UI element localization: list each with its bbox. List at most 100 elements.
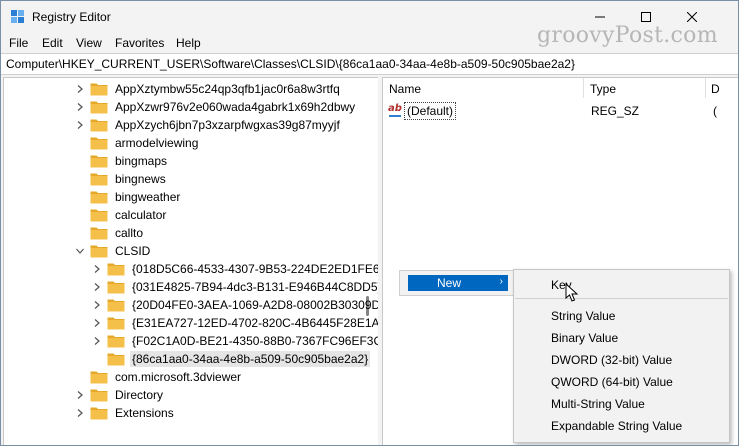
address-bar[interactable]: Computer\HKEY_CURRENT_USER\Software\Clas… [1, 53, 738, 75]
tree-item[interactable]: AppXzych6jbn7p3xzarpfwgxas39g87myyjf [73, 116, 342, 134]
tree-item-label: Directory [115, 388, 164, 402]
tree-item-label: armodelviewing [115, 136, 199, 150]
tree-item-label: {018D5C66-4533-4307-9B53-224DE2ED1FE6} [132, 262, 379, 276]
tree-item[interactable]: {031E4825-7B94-4dc3-B131-E946B44C8DD5} [90, 278, 379, 296]
column-divider[interactable] [705, 78, 706, 98]
new-submenu: Key String Value Binary Value DWORD (32-… [513, 269, 730, 443]
chevron-right-icon[interactable] [90, 316, 104, 330]
menu-view[interactable]: View [76, 36, 102, 50]
tree-item[interactable]: bingnews [73, 170, 168, 188]
tree-item-label: calculator [115, 208, 167, 222]
chevron-right-icon[interactable] [73, 406, 87, 420]
menu-bar: File Edit View Favorites Help [1, 32, 738, 52]
folder-icon [90, 226, 108, 240]
tree-item[interactable]: calculator [73, 206, 168, 224]
tree-item-label: {E31EA727-12ED-4702-820C-4B6445F28E1A} [132, 316, 379, 330]
column-divider[interactable] [583, 78, 584, 98]
folder-icon [107, 262, 125, 276]
chevron-right-icon: › [499, 276, 503, 287]
chevron-right-icon[interactable] [73, 118, 87, 132]
tree-item-label: AppXzwr976v2e060wada4gabrk1x69h2dbwy [115, 100, 356, 114]
tree-item[interactable]: AppXzwr976v2e060wada4gabrk1x69h2dbwy [73, 98, 357, 116]
address-path: Computer\HKEY_CURRENT_USER\Software\Clas… [6, 57, 575, 71]
folder-icon [90, 82, 108, 96]
tree-item-label: bingmaps [115, 154, 168, 168]
column-header-data[interactable]: D [711, 82, 720, 96]
tree-item-label: {F02C1A0D-BE21-4350-88B0-7367FC96EF3C} [132, 334, 379, 348]
submenu-item-string-value[interactable]: String Value [551, 309, 615, 323]
folder-icon [107, 280, 125, 294]
chevron-right-icon[interactable] [90, 262, 104, 276]
tree-item[interactable]: bingweather [73, 188, 182, 206]
context-menu-new[interactable]: New › [408, 275, 508, 291]
list-header: Name Type D [383, 78, 738, 98]
registry-editor-window: Registry Editor groovyPost.com File Edit… [0, 0, 739, 446]
submenu-item-dword-value[interactable]: DWORD (32-bit) Value [551, 353, 672, 367]
submenu-item-expandable-string-value[interactable]: Expandable String Value [551, 419, 682, 433]
registry-tree[interactable]: AppXztymbw55c24qp3qfb1jac0r6a8w3rtfq AppX… [3, 77, 379, 445]
value-row-default[interactable]: ab (Default) REG_SZ ( [388, 102, 728, 120]
chevron-right-icon[interactable] [90, 298, 104, 312]
minimize-icon [595, 16, 605, 17]
tree-item[interactable]: Extensions [73, 404, 176, 422]
tree-item[interactable]: bingmaps [73, 152, 169, 170]
folder-icon [90, 388, 108, 402]
tree-item-label: {031E4825-7B94-4dc3-B131-E946B44C8DD5} [132, 280, 379, 294]
tree-item-label: bingnews [115, 172, 166, 186]
folder-icon [90, 190, 108, 204]
folder-icon [107, 352, 125, 366]
tree-item[interactable]: com.microsoft.3dviewer [73, 368, 243, 386]
tree-item[interactable]: CLSID [73, 242, 152, 260]
value-type: REG_SZ [591, 104, 640, 118]
submenu-item-binary-value[interactable]: Binary Value [551, 331, 618, 345]
chevron-right-icon[interactable] [73, 388, 87, 402]
tree-item[interactable]: {20D04FE0-3AEA-1069-A2D8-08002B30309D} [90, 296, 379, 314]
menu-edit[interactable]: Edit [42, 36, 63, 50]
menu-help[interactable]: Help [176, 36, 201, 50]
chevron-right-icon[interactable] [90, 334, 104, 348]
folder-icon [90, 208, 108, 222]
folder-icon [90, 172, 108, 186]
menu-file[interactable]: File [9, 36, 28, 50]
tree-item[interactable]: callto [73, 224, 145, 242]
tree-item-label: CLSID [115, 244, 151, 258]
tree-item-label: bingweather [115, 190, 181, 204]
tree-item-label: Extensions [115, 406, 174, 420]
tree-item[interactable]: AppXztymbw55c24qp3qfb1jac0r6a8w3rtfq [73, 80, 342, 98]
tree-item-label: {86ca1aa0-34aa-4e8b-a509-50c905bae2a2} [130, 351, 371, 367]
tree-item[interactable]: Directory [73, 386, 165, 404]
submenu-item-qword-value[interactable]: QWORD (64-bit) Value [551, 375, 673, 389]
tree-item-label: {20D04FE0-3AEA-1069-A2D8-08002B30309D} [132, 298, 379, 312]
column-header-name[interactable]: Name [389, 82, 421, 96]
tree-item-label: callto [115, 226, 144, 240]
tree-item[interactable]: {F02C1A0D-BE21-4350-88B0-7367FC96EF3C} [90, 332, 379, 350]
ab-string-icon-underline [389, 115, 401, 117]
tree-item[interactable]: {86ca1aa0-34aa-4e8b-a509-50c905bae2a2} [90, 350, 371, 368]
tree-item[interactable]: armodelviewing [73, 134, 200, 152]
tree-item[interactable]: {E31EA727-12ED-4702-820C-4B6445F28E1A} [90, 314, 379, 332]
context-menu-new-label: New [437, 276, 462, 290]
chevron-right-icon[interactable] [73, 100, 87, 114]
column-header-type[interactable]: Type [590, 82, 616, 96]
chevron-right-icon[interactable] [73, 82, 87, 96]
folder-icon [90, 100, 108, 114]
value-name: (Default) [404, 102, 457, 120]
folder-icon [90, 118, 108, 132]
submenu-item-multi-string-value[interactable]: Multi-String Value [551, 397, 645, 411]
tree-item-label: com.microsoft.3dviewer [115, 370, 242, 384]
menu-favorites[interactable]: Favorites [115, 36, 164, 50]
chevron-down-icon[interactable] [73, 244, 87, 258]
submenu-separator [515, 298, 728, 299]
context-menu: New › [399, 270, 514, 296]
folder-icon [107, 334, 125, 348]
tree-item[interactable]: {018D5C66-4533-4307-9B53-224DE2ED1FE6} [90, 260, 379, 278]
chevron-right-icon[interactable] [90, 280, 104, 294]
folder-icon [90, 406, 108, 420]
